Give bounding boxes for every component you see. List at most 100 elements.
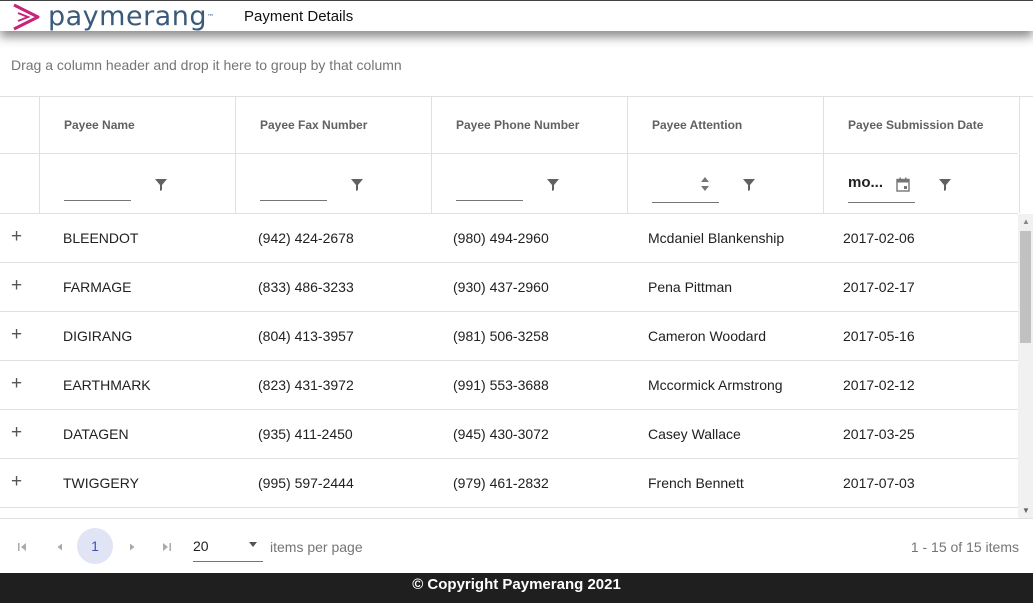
top-bar: paymerang™ Payment Details — [0, 0, 1033, 31]
cell-text: (991) 553-3688 — [453, 377, 549, 393]
expand-row-button[interactable]: + — [0, 214, 39, 262]
cell-text: Mcdaniel Blankenship — [648, 230, 785, 246]
cell-payee-attention: French Bennett — [624, 459, 819, 507]
date-filter-value[interactable]: mo... — [848, 174, 883, 191]
filter-cell-payee-attention — [628, 154, 824, 213]
plus-icon: + — [11, 471, 23, 492]
calendar-icon[interactable] — [896, 177, 910, 192]
expand-header-cell — [0, 97, 40, 153]
scroll-up-arrow-icon[interactable]: ▲ — [1022, 217, 1030, 226]
filter-input-payee-phone[interactable] — [456, 176, 523, 201]
cell-payee-phone: (981) 506-3258 — [429, 312, 624, 360]
filter-cell-payee-name — [40, 154, 236, 213]
cell-payee-attention: Cameron Woodard — [624, 312, 819, 360]
column-header-label: Payee Phone Number — [456, 118, 580, 132]
table-row[interactable]: + DIGIRANG (804) 413-3957 (981) 506-3258… — [0, 312, 1018, 361]
table-row[interactable]: + BLEENDOT (942) 424-2678 (980) 494-2960… — [0, 214, 1018, 263]
filter-cell-payee-phone — [432, 154, 628, 213]
plus-icon: + — [11, 226, 23, 247]
page-number-current[interactable]: 1 — [77, 528, 113, 564]
page-size-dropdown[interactable]: 20 — [193, 531, 263, 562]
cell-text: 2017-02-06 — [843, 230, 915, 246]
cell-payee-name: BLEENDOT — [39, 214, 234, 262]
grid-body: + BLEENDOT (942) 424-2678 (980) 494-2960… — [0, 214, 1018, 518]
filter-icon[interactable] — [546, 178, 560, 192]
column-header-payee-name[interactable]: Payee Name — [40, 97, 236, 153]
cell-text: (935) 411-2450 — [258, 426, 353, 442]
items-per-page-label: items per page — [270, 539, 363, 555]
last-page-icon[interactable] — [162, 542, 172, 552]
table-row[interactable]: + DATAGEN (935) 411-2450 (945) 430-3072 … — [0, 410, 1018, 459]
table-row[interactable]: + FARMAGE (833) 486-3233 (930) 437-2960 … — [0, 263, 1018, 312]
logo-wordmark: paymerang™ — [48, 3, 214, 31]
spinner-arrows-icon[interactable] — [700, 174, 710, 194]
expand-row-button[interactable]: + — [0, 312, 39, 360]
trademark-mark: ™ — [206, 13, 215, 21]
table-row[interactable]: + EARTHMARK (823) 431-3972 (991) 553-368… — [0, 361, 1018, 410]
vertical-scrollbar[interactable]: ▲ ▼ — [1018, 214, 1033, 518]
table-row[interactable]: + TWIGGERY (995) 597-2444 (979) 461-2832… — [0, 459, 1018, 508]
cell-text: (979) 461-2832 — [453, 475, 549, 491]
column-header-payee-attention[interactable]: Payee Attention — [628, 97, 824, 153]
filter-icon[interactable] — [742, 178, 756, 192]
cell-text: (942) 424-2678 — [258, 230, 354, 246]
cell-payee-name: TWIGGERY — [39, 459, 234, 507]
cell-payee-phone: (980) 494-2960 — [429, 214, 624, 262]
expand-row-button[interactable]: + — [0, 263, 39, 311]
dropdown-caret-icon — [249, 542, 257, 547]
cell-text: (981) 506-3258 — [453, 328, 549, 344]
cell-payee-fax: (935) 411-2450 — [234, 410, 429, 458]
logo-text: paymerang — [48, 1, 207, 32]
filter-cell-payee-fax — [236, 154, 432, 213]
cell-payee-fax: (823) 431-3972 — [234, 361, 429, 409]
cell-payee-fax: (942) 424-2678 — [234, 214, 429, 262]
cell-text: 2017-02-17 — [843, 279, 915, 295]
filter-row: mo... — [0, 154, 1020, 214]
footer: © Copyright Paymerang 2021 — [0, 573, 1033, 603]
column-header-payee-fax[interactable]: Payee Fax Number — [236, 97, 432, 153]
column-header-submission-date[interactable]: Payee Submission Date — [824, 97, 1020, 153]
cell-payee-name: DATAGEN — [39, 410, 234, 458]
filter-input-payee-fax[interactable] — [260, 176, 327, 201]
cell-payee-fax: (995) 597-2444 — [234, 459, 429, 507]
expand-row-button[interactable]: + — [0, 410, 39, 458]
cell-payee-phone: (930) 437-2960 — [429, 263, 624, 311]
cell-payee-phone: (945) 430-3072 — [429, 410, 624, 458]
cell-submission-date: 2017-03-25 — [819, 410, 1014, 458]
scrollbar-thumb[interactable] — [1020, 231, 1031, 343]
cell-text: 2017-05-16 — [843, 328, 915, 344]
filter-input-payee-name[interactable] — [64, 176, 131, 201]
previous-page-icon[interactable] — [55, 542, 65, 552]
cell-text: FARMAGE — [63, 279, 132, 295]
cell-text: (930) 437-2960 — [453, 279, 549, 295]
plus-icon: + — [11, 373, 23, 394]
expand-row-button[interactable]: + — [0, 361, 39, 409]
next-page-icon[interactable] — [127, 542, 137, 552]
filter-icon[interactable] — [938, 178, 952, 192]
column-header-payee-phone[interactable]: Payee Phone Number — [432, 97, 628, 153]
first-page-icon[interactable] — [17, 542, 27, 552]
copyright-text: © Copyright Paymerang 2021 — [412, 576, 621, 593]
filter-cell-submission-date: mo... — [824, 154, 1020, 213]
column-header-label: Payee Fax Number — [260, 118, 368, 132]
cell-payee-name: EARTHMARK — [39, 361, 234, 409]
scroll-down-arrow-icon[interactable]: ▼ — [1022, 506, 1030, 515]
cell-text: (804) 413-3957 — [258, 328, 354, 344]
group-drop-area[interactable]: Drag a column header and drop it here to… — [11, 57, 402, 73]
cell-text: Pena Pittman — [648, 279, 733, 295]
cell-text: (945) 430-3072 — [453, 426, 549, 442]
cell-submission-date: 2017-02-12 — [819, 361, 1014, 409]
plus-icon: + — [11, 422, 23, 443]
filter-icon[interactable] — [350, 178, 364, 192]
filter-icon[interactable] — [154, 178, 168, 192]
cell-payee-name: DIGIRANG — [39, 312, 234, 360]
boomerang-logo-icon — [13, 3, 40, 31]
cell-text: French Bennett — [648, 475, 744, 491]
cell-submission-date: 2017-02-06 — [819, 214, 1014, 262]
expand-filter-cell — [0, 154, 40, 213]
cell-text: TWIGGERY — [63, 475, 139, 491]
paymerang-logo[interactable]: paymerang™ — [12, 3, 214, 31]
expand-row-button[interactable]: + — [0, 459, 39, 507]
cell-text: DATAGEN — [63, 426, 129, 442]
pager: 1 20 items per page 1 - 15 of 15 items — [0, 518, 1033, 574]
